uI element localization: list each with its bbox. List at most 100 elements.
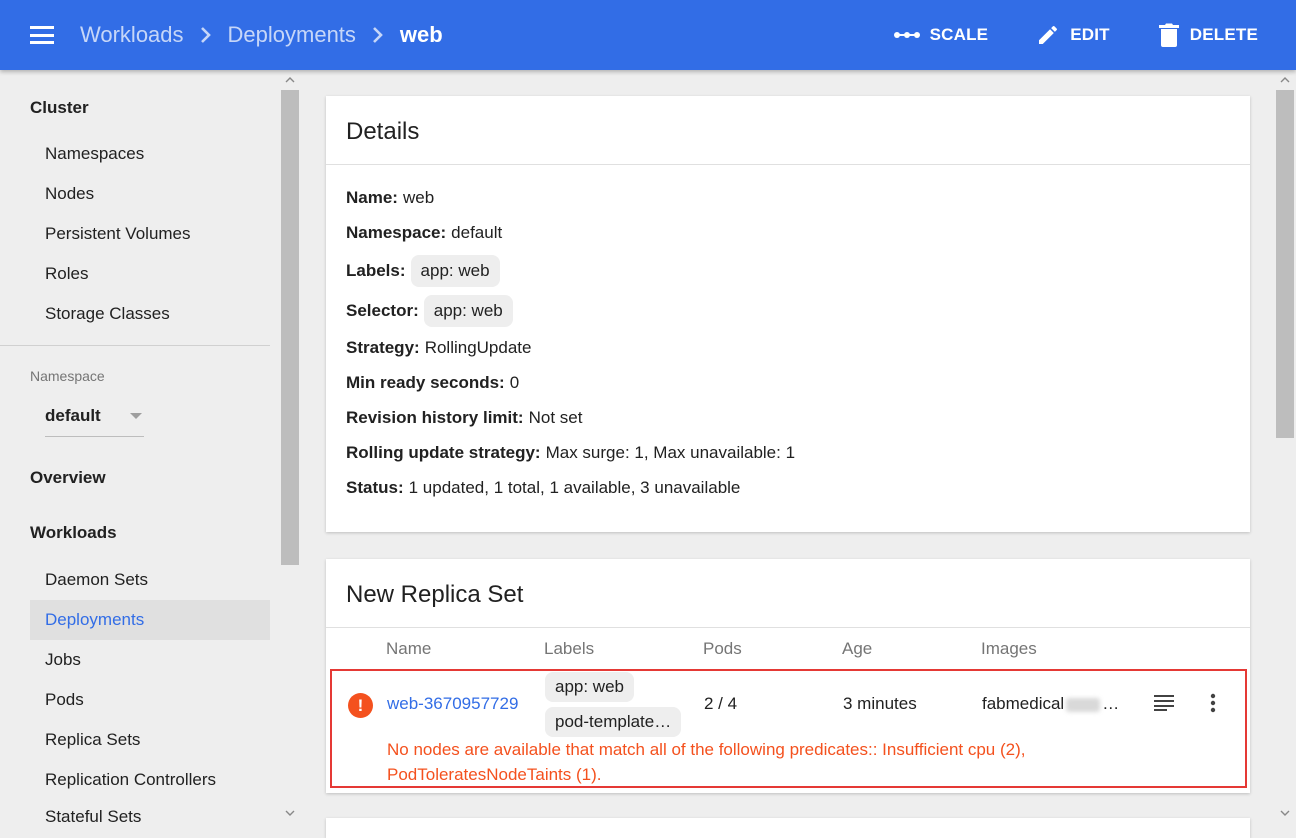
detail-revision-history-limit: Revision history limit: Not set	[346, 408, 582, 428]
label-chip: app: web	[410, 255, 500, 287]
detail-value: Not set	[528, 408, 583, 427]
sidebar-item-stateful-sets[interactable]: Stateful Sets	[30, 797, 270, 824]
detail-key: Strategy:	[346, 338, 420, 357]
edit-button[interactable]: EDIT	[1036, 23, 1110, 47]
scroll-up-icon[interactable]	[281, 73, 299, 87]
sidebar-scrollbar-thumb[interactable]	[281, 90, 299, 565]
detail-selector: Selector: app: web	[346, 295, 513, 327]
details-divider	[326, 164, 1250, 165]
pods-count: 2 / 4	[704, 694, 738, 713]
scale-icon	[893, 32, 920, 38]
column-header-labels: Labels	[544, 639, 595, 658]
sidebar: Cluster Namespaces Nodes Persistent Volu…	[0, 70, 300, 824]
column-header-name[interactable]: Name	[386, 639, 431, 659]
detail-key: Status:	[346, 478, 404, 497]
detail-key: Selector:	[346, 301, 419, 320]
detail-labels: Labels: app: web	[346, 255, 500, 287]
detail-rolling-update-strategy: Rolling update strategy: Max surge: 1, M…	[346, 443, 795, 463]
detail-key: Name:	[346, 188, 398, 207]
detail-value: web	[402, 188, 435, 207]
image-name: fabmedical	[982, 694, 1065, 713]
replica-set-title: New Replica Set	[346, 581, 524, 608]
replica-set-divider	[326, 627, 1250, 628]
error-line: PodToleratesNodeTaints (1).	[387, 765, 602, 784]
breadcrumb: Workloads Deployments web	[80, 0, 443, 70]
next-card	[326, 818, 1250, 838]
detail-value: RollingUpdate	[424, 338, 532, 357]
sidebar-item-pods[interactable]: Pods	[30, 680, 270, 720]
details-title: Details	[346, 118, 420, 145]
breadcrumb-deployments[interactable]: Deployments	[228, 22, 356, 48]
sidebar-heading-workloads[interactable]: Workloads	[30, 523, 117, 543]
chevron-right-icon	[200, 26, 212, 44]
replica-set-card: New Replica Set Name Labels Pods Age Ima…	[326, 559, 1250, 793]
scroll-down-icon[interactable]	[281, 806, 299, 820]
detail-value: 0	[509, 373, 520, 392]
selector-chip: app: web	[423, 295, 513, 327]
detail-value: default	[451, 223, 503, 242]
redacted-text	[1066, 697, 1101, 712]
chevron-right-icon	[372, 26, 384, 44]
warning-icon: !	[348, 693, 373, 718]
sidebar-item-overview[interactable]: Overview	[30, 468, 106, 488]
detail-value: 1 updated, 1 total, 1 available, 3 unava…	[408, 478, 741, 497]
detail-key: Labels:	[346, 261, 406, 280]
delete-label: DELETE	[1189, 25, 1258, 44]
table-row: ! web-3670957729 app: web pod-template… …	[330, 669, 1247, 788]
trash-icon	[1158, 23, 1179, 47]
logs-icon[interactable]	[1154, 695, 1174, 716]
detail-status: Status: 1 updated, 1 total, 1 available,…	[346, 478, 740, 498]
sidebar-heading-cluster[interactable]: Cluster	[30, 98, 89, 118]
sidebar-divider	[0, 345, 270, 346]
scroll-down-icon[interactable]	[1276, 806, 1294, 820]
more-vert-icon[interactable]	[1210, 693, 1216, 718]
detail-namespace: Namespace: default	[346, 223, 502, 243]
edit-label: EDIT	[1070, 25, 1110, 44]
namespace-value: default	[45, 406, 101, 425]
detail-key: Rolling update strategy:	[346, 443, 541, 462]
image-value: fabmedical …	[982, 694, 1119, 714]
detail-name: Name: web	[346, 188, 434, 208]
error-line: No nodes are available that match all of…	[387, 740, 1026, 759]
detail-key: Min ready seconds:	[346, 373, 505, 392]
sidebar-item-nodes[interactable]: Nodes	[30, 174, 270, 214]
column-header-age[interactable]: Age	[842, 639, 872, 659]
namespace-label: Namespace	[30, 368, 105, 384]
sidebar-item-persistent-volumes[interactable]: Persistent Volumes	[30, 214, 270, 254]
menu-icon[interactable]	[30, 26, 54, 44]
detail-min-ready-seconds: Min ready seconds: 0	[346, 373, 519, 393]
sidebar-item-daemon-sets[interactable]: Daemon Sets	[30, 560, 270, 600]
scale-label: SCALE	[929, 25, 989, 44]
delete-button[interactable]: DELETE	[1158, 23, 1258, 47]
breadcrumb-workloads[interactable]: Workloads	[80, 22, 184, 48]
details-card: Details Name: web Namespace: default Lab…	[326, 96, 1250, 532]
replica-set-link[interactable]: web-3670957729	[387, 694, 518, 713]
detail-key: Namespace:	[346, 223, 447, 242]
sidebar-item-roles[interactable]: Roles	[30, 254, 270, 294]
breadcrumb-current: web	[399, 22, 443, 47]
sidebar-item-jobs[interactable]: Jobs	[30, 640, 270, 680]
sidebar-item-namespaces[interactable]: Namespaces	[30, 134, 270, 174]
error-message: No nodes are available that match all of…	[387, 737, 1147, 787]
detail-value: Max surge: 1, Max unavailable: 1	[545, 443, 796, 462]
scale-button[interactable]: SCALE	[893, 25, 989, 45]
column-header-images: Images	[981, 639, 1037, 658]
top-app-bar: Workloads Deployments web SCALE EDIT DEL…	[0, 0, 1296, 70]
age-value: 3 minutes	[843, 694, 917, 713]
image-ellipsis: …	[1102, 694, 1120, 713]
namespace-select[interactable]: default	[45, 402, 144, 437]
pencil-icon	[1039, 25, 1058, 44]
main-scrollbar-thumb[interactable]	[1276, 90, 1294, 438]
caret-down-icon	[130, 413, 142, 419]
header-actions: SCALE EDIT DELETE	[846, 0, 1258, 70]
detail-key: Revision history limit:	[346, 408, 524, 427]
label-chip: app: web	[545, 672, 634, 702]
sidebar-item-deployments[interactable]: Deployments	[30, 600, 270, 640]
sidebar-item-storage-classes[interactable]: Storage Classes	[30, 294, 270, 334]
sidebar-item-replica-sets[interactable]: Replica Sets	[30, 720, 270, 760]
scroll-up-icon[interactable]	[1276, 73, 1294, 87]
column-header-pods: Pods	[703, 639, 742, 658]
label-chip[interactable]: pod-template…	[545, 707, 682, 737]
detail-strategy: Strategy: RollingUpdate	[346, 338, 531, 358]
sidebar-item-replication-controllers[interactable]: Replication Controllers	[30, 760, 270, 800]
